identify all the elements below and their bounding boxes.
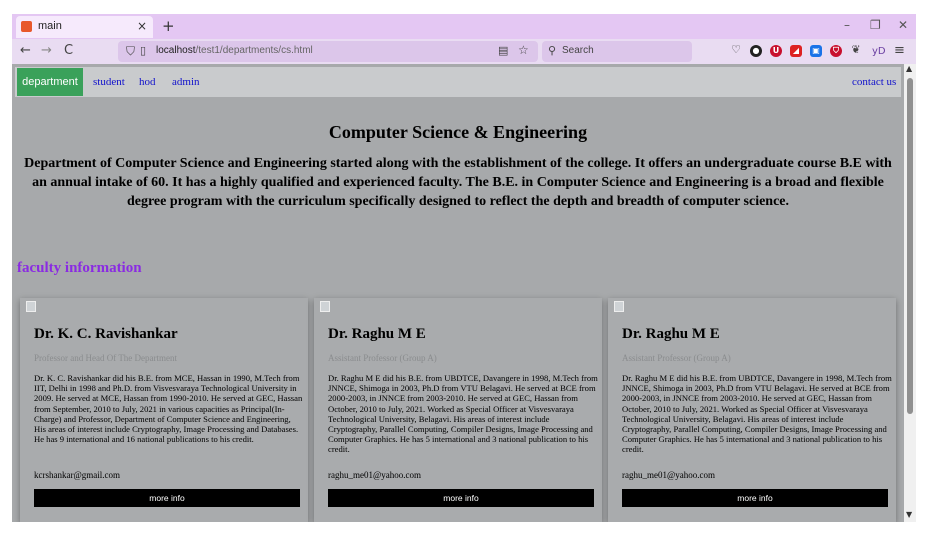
extension-circle-icon[interactable]: ● — [750, 45, 762, 57]
search-input[interactable]: ⚲ Search — [542, 41, 692, 62]
faculty-bio: Dr. K. C. Ravishankar did his B.E. from … — [34, 373, 303, 445]
department-description: Department of Computer Science and Engin… — [24, 156, 892, 209]
url-path: /test1/departments/cs.html — [195, 45, 313, 56]
url-bar[interactable]: ⛉ ▯ localhost/test1/departments/cs.html … — [118, 41, 538, 62]
scroll-down-icon[interactable]: ▼ — [906, 510, 912, 519]
minimize-icon[interactable]: – — [844, 18, 850, 32]
tab-title: main — [38, 20, 62, 32]
faculty-title: Assistant Professor (Group A) — [622, 353, 731, 363]
scroll-up-icon[interactable]: ▲ — [906, 64, 912, 73]
nav-student[interactable]: student — [93, 76, 125, 88]
nav-contact-us[interactable]: contact us — [852, 76, 896, 88]
url-host: localhost — [156, 45, 196, 56]
faculty-title: Professor and Head Of The Department — [34, 353, 178, 363]
faculty-email: raghu_me01@yahoo.com — [328, 470, 422, 480]
browser-tab[interactable]: main × — [16, 16, 153, 38]
vertical-scrollbar[interactable]: ▲ ▼ — [904, 64, 916, 522]
broken-image-icon — [320, 301, 330, 312]
faculty-card: Dr. Raghu M E Assistant Professor (Group… — [314, 298, 602, 522]
site-navbar: department student hod admin contact us — [15, 67, 901, 97]
back-icon[interactable]: ← — [20, 44, 31, 58]
maximize-icon[interactable]: ❐ — [870, 18, 881, 32]
scroll-thumb[interactable] — [907, 78, 913, 414]
faculty-card: Dr. Raghu M E Assistant Professor (Group… — [608, 298, 896, 522]
more-info-button[interactable]: more info — [328, 489, 594, 507]
page-icon: ▯ — [140, 44, 147, 57]
browser-toolbar: ← → C ⛉ ▯ localhost/test1/departments/cs… — [12, 39, 916, 64]
star-icon[interactable]: ☆ — [518, 43, 529, 57]
profile-icon[interactable]: yD — [872, 45, 886, 59]
faculty-card: Dr. K. C. Ravishankar Professor and Head… — [20, 298, 308, 522]
menu-icon[interactable]: ≡ — [894, 44, 905, 58]
faculty-name: Dr. K. C. Ravishankar — [34, 326, 178, 342]
window-close-icon[interactable]: ✕ — [898, 18, 908, 32]
faculty-heading: faculty information — [17, 260, 142, 276]
page-title: Computer Science & Engineering — [328, 122, 588, 142]
page-content: department student hod admin contact us … — [12, 64, 904, 522]
close-tab-icon[interactable]: × — [137, 19, 147, 33]
url-text[interactable]: localhost/test1/departments/cs.html — [156, 45, 313, 56]
favicon-icon — [21, 21, 32, 32]
reload-icon[interactable]: C — [64, 44, 73, 58]
extension-blue-icon[interactable]: ▣ — [810, 45, 822, 57]
faculty-email: kcrshankar@gmail.com — [34, 470, 121, 480]
reader-icon[interactable]: ▤ — [498, 44, 508, 57]
shield-icon[interactable]: ⛉ — [126, 44, 135, 59]
faculty-email: raghu_me01@yahoo.com — [622, 470, 716, 480]
nav-admin[interactable]: admin — [172, 76, 200, 88]
pocket-icon[interactable]: ♡ — [730, 44, 742, 56]
browser-tab-bar: main × + – ❐ ✕ — [12, 14, 916, 39]
nav-hod[interactable]: hod — [139, 76, 156, 88]
faculty-bio: Dr. Raghu M E did his B.E. from UBDTCE, … — [328, 373, 598, 455]
search-icon: ⚲ — [548, 44, 557, 57]
forward-icon[interactable]: → — [41, 44, 52, 58]
broken-image-icon — [614, 301, 624, 312]
faculty-title: Assistant Professor (Group A) — [328, 353, 437, 363]
extension-leaf-icon[interactable]: ❦ — [850, 44, 862, 56]
faculty-name: Dr. Raghu M E — [622, 326, 720, 342]
more-info-button[interactable]: more info — [34, 489, 300, 507]
faculty-name: Dr. Raghu M E — [328, 326, 426, 342]
shield-extension-icon[interactable]: ⛉ — [830, 45, 842, 57]
extension-red-icon[interactable]: ◢ — [790, 45, 802, 57]
broken-image-icon — [26, 301, 36, 312]
new-tab-icon[interactable]: + — [162, 17, 175, 35]
nav-department[interactable]: department — [17, 68, 83, 96]
ublock-icon[interactable]: U — [770, 45, 782, 57]
faculty-bio: Dr. Raghu M E did his B.E. from UBDTCE, … — [622, 373, 892, 455]
more-info-button[interactable]: more info — [622, 489, 888, 507]
search-placeholder: Search — [562, 45, 594, 56]
